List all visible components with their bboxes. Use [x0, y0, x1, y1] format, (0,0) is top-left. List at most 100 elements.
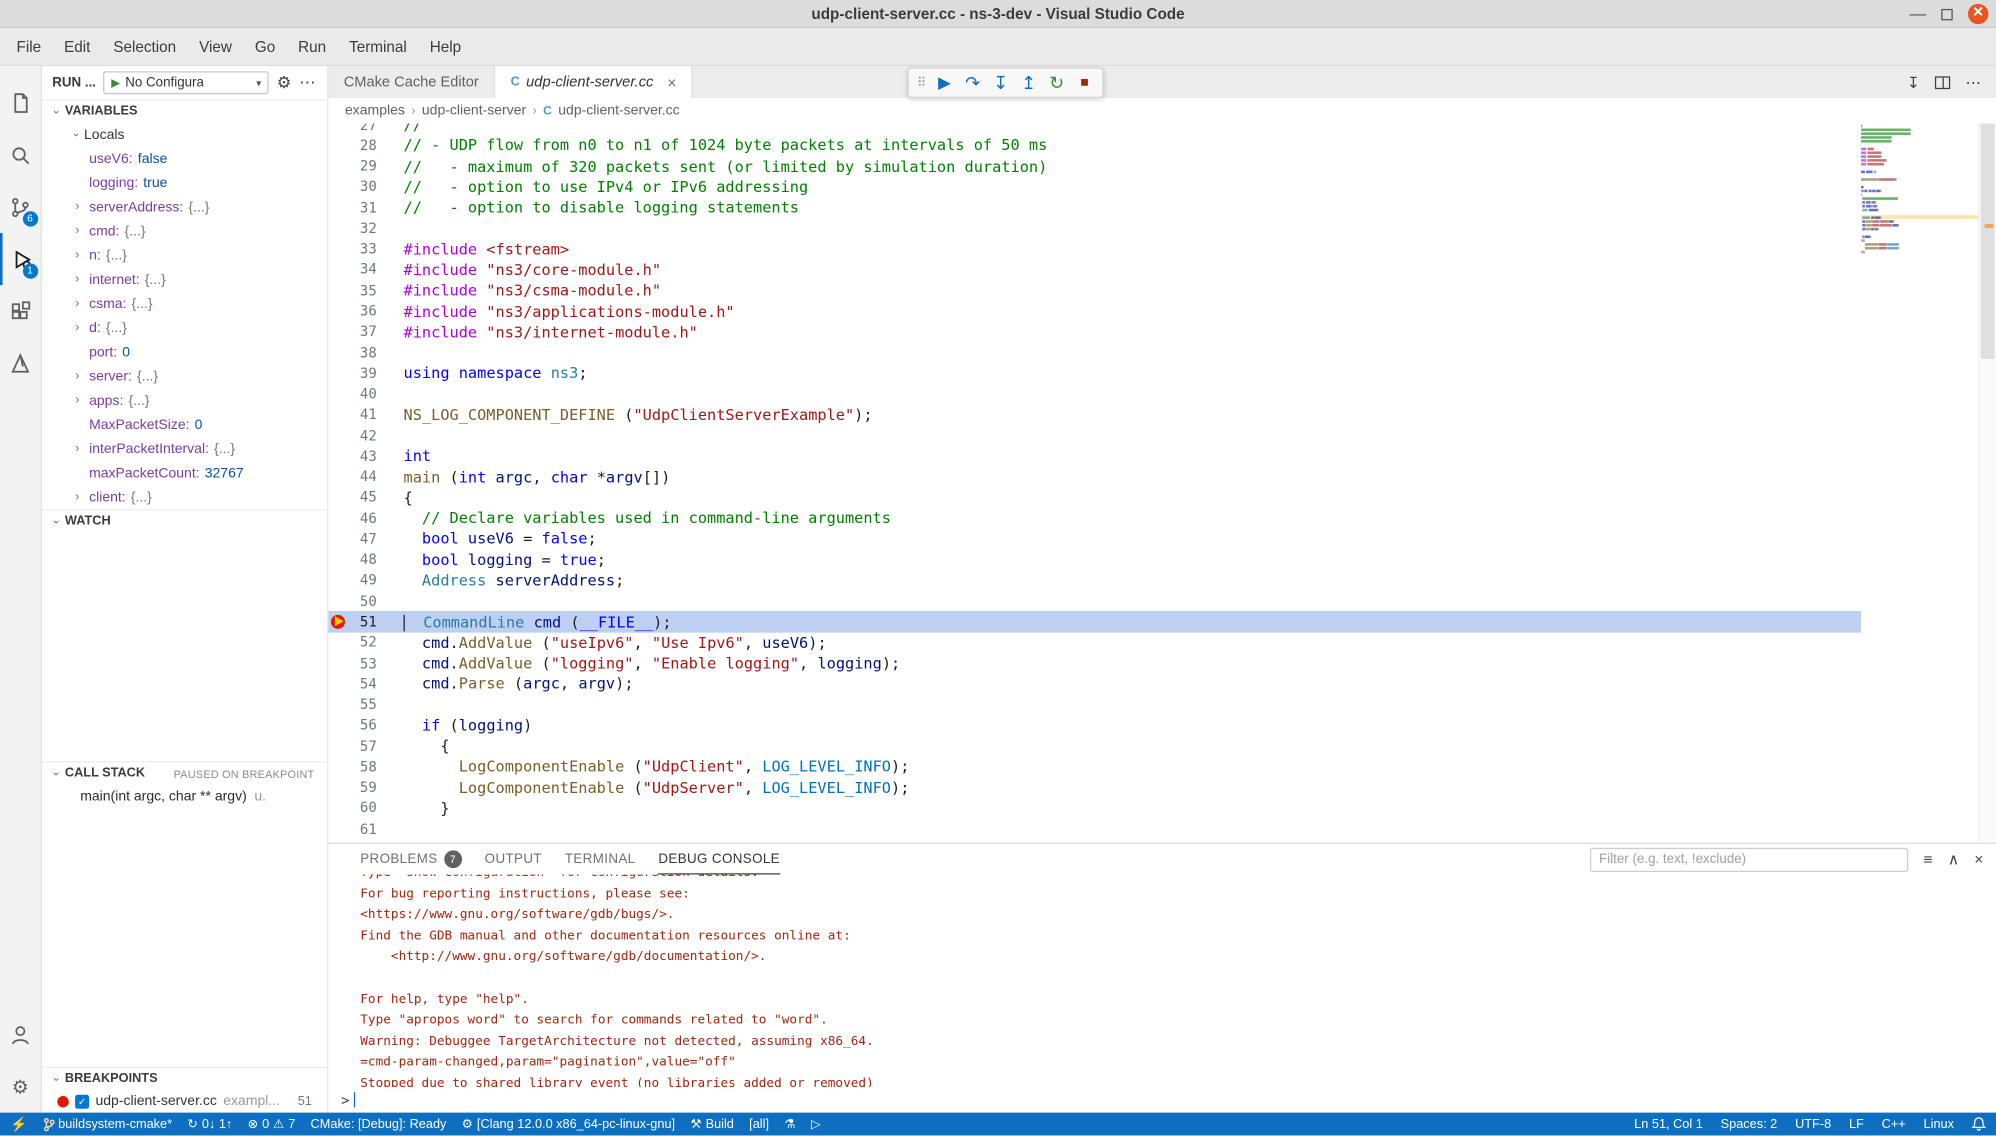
scrollbar-thumb[interactable] — [1981, 123, 1995, 358]
cursor-position-item[interactable]: Ln 51, Col 1 — [1634, 1117, 1703, 1131]
variables-section-header[interactable]: › VARIABLES — [42, 99, 327, 122]
code-line-31[interactable]: 31// - option to disable logging stateme… — [328, 197, 1861, 218]
panel-tab-problems[interactable]: PROBLEMS7 — [360, 844, 462, 875]
code-line-58[interactable]: 58 LogComponentEnable ("UdpClient", LOG_… — [328, 756, 1861, 777]
code-line-49[interactable]: 49 Address serverAddress; — [328, 570, 1861, 591]
editor-tab-cmake-cache-editor[interactable]: CMake Cache Editor — [328, 66, 495, 98]
split-editor-icon[interactable] — [1935, 76, 1950, 89]
breakpoint-checkbox[interactable]: ✓ — [75, 1094, 89, 1108]
breakpoint-glyph-margin[interactable] — [328, 342, 351, 362]
debug-current-line-arrow-icon[interactable] — [328, 612, 351, 632]
code-line-56[interactable]: 56 if (logging) — [328, 715, 1861, 736]
breadcrumb-item-1[interactable]: udp-client-server — [422, 103, 526, 118]
cmake-kit-item[interactable]: ⚙ [Clang 12.0.0 x86_64-pc-linux-gnu] — [462, 1117, 675, 1131]
breakpoint-glyph-margin[interactable] — [328, 736, 351, 756]
menu-run[interactable]: Run — [287, 32, 338, 60]
notifications-item[interactable] — [1972, 1116, 1986, 1131]
breakpoint-glyph-margin[interactable] — [328, 156, 351, 176]
code-line-29[interactable]: 29// - maximum of 320 packets sent (or l… — [328, 156, 1861, 177]
search-icon[interactable] — [0, 129, 41, 181]
code-line-57[interactable]: 57 { — [328, 736, 1861, 757]
breakpoint-glyph-margin[interactable] — [328, 798, 351, 818]
remote-indicator[interactable]: ⚡ — [10, 1116, 27, 1133]
breakpoint-glyph-margin[interactable] — [328, 260, 351, 280]
code-line-45[interactable]: 45{ — [328, 487, 1861, 508]
variable-row[interactable]: ›n:{...} — [42, 243, 327, 267]
variable-row[interactable]: ›cmd:{...} — [42, 219, 327, 243]
debug-step-out-button[interactable]: ↥ — [1016, 70, 1041, 95]
breakpoint-glyph-margin[interactable] — [328, 819, 351, 839]
breakpoint-glyph-margin[interactable] — [328, 508, 351, 528]
menu-file[interactable]: File — [5, 32, 53, 60]
menu-help[interactable]: Help — [418, 32, 472, 60]
console-input[interactable]: > — [328, 1087, 1996, 1112]
breakpoint-glyph-margin[interactable] — [328, 446, 351, 466]
code-line-40[interactable]: 40 — [328, 384, 1861, 405]
breakpoint-glyph-margin[interactable] — [328, 405, 351, 425]
encoding-item[interactable]: UTF-8 — [1795, 1117, 1831, 1131]
code-line-35[interactable]: 35#include "ns3/csma-module.h" — [328, 280, 1861, 301]
eol-item[interactable]: LF — [1849, 1117, 1864, 1131]
breakpoint-glyph-margin[interactable] — [328, 123, 351, 135]
breakpoint-glyph-margin[interactable] — [328, 198, 351, 218]
debug-step-over-button[interactable]: ↷ — [960, 70, 985, 95]
start-debug-icon[interactable]: ▶ — [111, 76, 120, 90]
breakpoint-glyph-margin[interactable] — [328, 777, 351, 797]
panel-tab-terminal[interactable]: TERMINAL — [565, 844, 636, 875]
breakpoint-glyph-margin[interactable] — [328, 218, 351, 238]
code-line-36[interactable]: 36#include "ns3/applications-module.h" — [328, 301, 1861, 322]
breakpoint-glyph-margin[interactable] — [328, 570, 351, 590]
language-mode-item[interactable]: C++ — [1882, 1117, 1906, 1131]
close-tab-icon[interactable]: × — [667, 73, 676, 91]
settings-gear-icon[interactable]: ⚙ — [0, 1060, 41, 1112]
breakpoint-glyph-margin[interactable] — [328, 239, 351, 259]
code-line-47[interactable]: 47 bool useV6 = false; — [328, 529, 1861, 550]
run-or-install-icon[interactable]: ↧ — [1907, 73, 1920, 91]
code-line-51[interactable]: 51 CommandLine cmd (__FILE__); — [328, 611, 1861, 632]
code-line-53[interactable]: 53 cmd.AddValue ("logging", "Enable logg… — [328, 653, 1861, 674]
menu-selection[interactable]: Selection — [102, 32, 188, 60]
code-line-32[interactable]: 32 — [328, 218, 1861, 239]
breakpoint-glyph-margin[interactable] — [328, 301, 351, 321]
code-line-30[interactable]: 30// - option to use IPv4 or IPv6 addres… — [328, 177, 1861, 198]
code-line-42[interactable]: 42 — [328, 425, 1861, 446]
indentation-item[interactable]: Spaces: 2 — [1721, 1117, 1778, 1131]
variable-row[interactable]: ›client:{...} — [42, 485, 327, 509]
breakpoint-row[interactable]: ✓ udp-client-server.cc exampl... 51 — [42, 1090, 327, 1113]
breakpoint-glyph-margin[interactable] — [328, 715, 351, 735]
menu-edit[interactable]: Edit — [53, 32, 102, 60]
more-actions-icon[interactable]: ⋯ — [1965, 73, 1980, 91]
menu-terminal[interactable]: Terminal — [338, 32, 419, 60]
debug-stop-button[interactable]: ■ — [1072, 70, 1097, 95]
editor-tab-udp-client-server-cc[interactable]: Cudp-client-server.cc× — [495, 66, 693, 98]
variable-row[interactable]: maxPacketCount:32767 — [42, 461, 327, 485]
breakpoint-glyph-margin[interactable] — [328, 135, 351, 155]
variable-row[interactable]: ›server:{...} — [42, 364, 327, 388]
code-line-34[interactable]: 34#include "ns3/core-module.h" — [328, 260, 1861, 281]
build-target-item[interactable]: [all] — [749, 1117, 769, 1131]
variable-row[interactable]: ›d:{...} — [42, 316, 327, 340]
code-line-38[interactable]: 38 — [328, 342, 1861, 363]
cmake-build-item[interactable]: ⚒ Build — [690, 1117, 734, 1131]
breadcrumb-item-0[interactable]: examples — [345, 103, 405, 118]
minimap[interactable] — [1861, 123, 1978, 842]
code-editor[interactable]: 27//28// - UDP flow from n0 to n1 of 102… — [328, 123, 1996, 842]
launch-configuration-dropdown[interactable]: ▶ No Configura ▾ — [104, 71, 269, 94]
code-line-43[interactable]: 43int — [328, 446, 1861, 467]
launch-item[interactable]: ▷ — [811, 1117, 821, 1131]
code-line-50[interactable]: 50 — [328, 591, 1861, 612]
breakpoints-section-header[interactable]: › BREAKPOINTS — [42, 1067, 327, 1090]
debug-console-output[interactable]: Type "show configuration" for configurat… — [328, 875, 1996, 1088]
code-line-28[interactable]: 28// - UDP flow from n0 to n1 of 1024 by… — [328, 135, 1861, 156]
breakpoint-glyph-margin[interactable] — [328, 550, 351, 570]
console-filter-input[interactable] — [1590, 847, 1908, 871]
menu-go[interactable]: Go — [243, 32, 286, 60]
cmake-icon[interactable] — [0, 337, 41, 389]
breakpoint-glyph-margin[interactable] — [328, 694, 351, 714]
code-line-59[interactable]: 59 LogComponentEnable ("UdpServer", LOG_… — [328, 777, 1861, 798]
filter-icon[interactable]: ≡ — [1924, 850, 1933, 868]
variable-row[interactable]: useV6:false — [42, 146, 327, 170]
breakpoint-glyph-margin[interactable] — [328, 487, 351, 507]
cmake-status-item[interactable]: CMake: [Debug]: Ready — [311, 1117, 447, 1131]
panel-tab-debug-console[interactable]: DEBUG CONSOLE — [658, 844, 780, 875]
